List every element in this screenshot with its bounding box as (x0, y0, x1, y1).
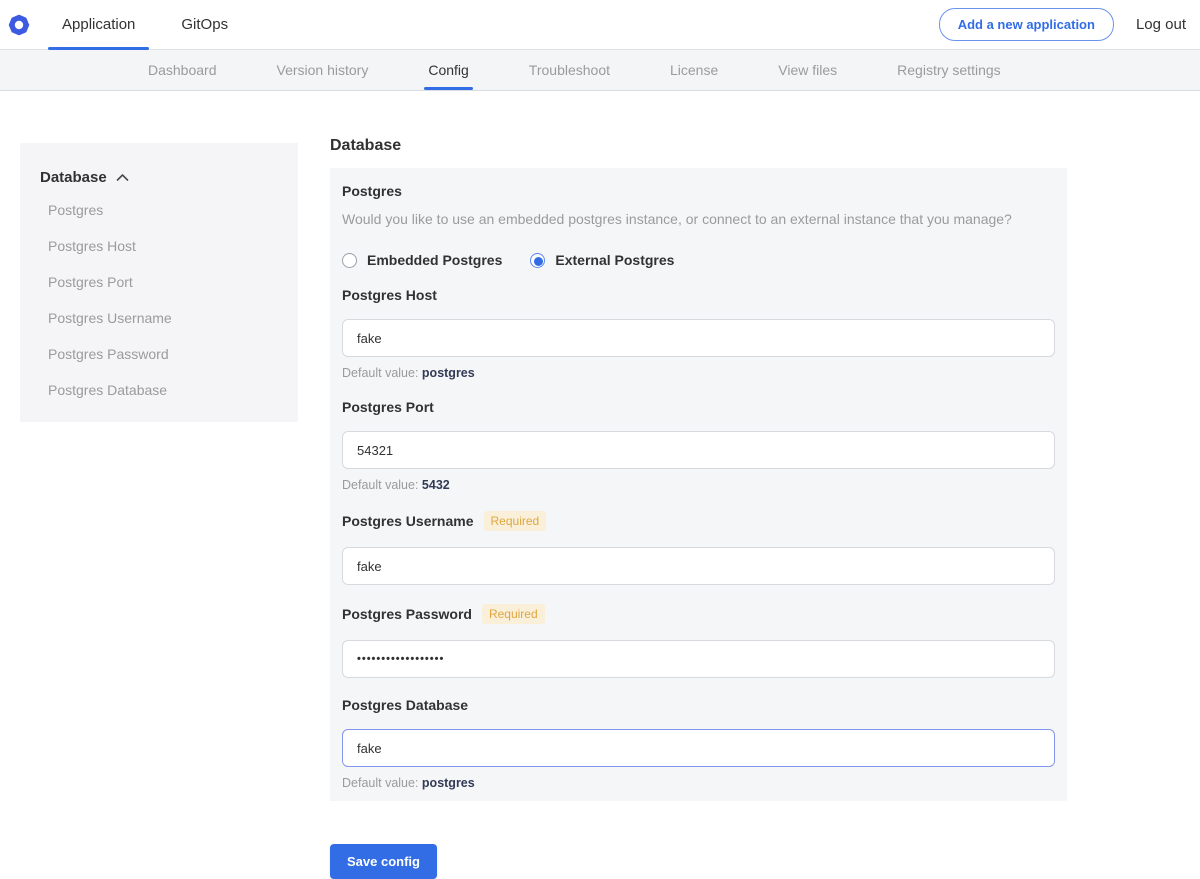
sidebar-group-label: Database (40, 169, 107, 186)
subnav-item-license[interactable]: License (670, 50, 718, 90)
config-sidebar: Database PostgresPostgres HostPostgres P… (20, 143, 298, 422)
radio-label: Embedded Postgres (367, 252, 502, 268)
page-title: Database (330, 137, 1067, 155)
radio-circle-icon (342, 253, 357, 268)
field-label: Postgres Host (342, 287, 437, 303)
default-value-hint: Default value: postgres (342, 366, 1055, 380)
subnav-item-view-files[interactable]: View files (778, 50, 837, 90)
default-hint-label: Default value: (342, 366, 418, 380)
sidebar-items: PostgresPostgres HostPostgres PortPostgr… (20, 192, 298, 408)
radio-circle-icon (530, 253, 545, 268)
field-label: Postgres Port (342, 399, 434, 415)
tab-application[interactable]: Application (48, 0, 149, 50)
postgres-group-help: Would you like to use an embedded postgr… (342, 211, 1055, 227)
postgres-port-input[interactable] (342, 431, 1055, 469)
postgres-username-input[interactable] (342, 547, 1055, 585)
config-main: Database Postgres Would you like to use … (330, 143, 1067, 879)
default-hint-value: postgres (422, 366, 475, 380)
radio-embedded-postgres[interactable]: Embedded Postgres (342, 252, 502, 268)
field-label: Postgres Password (342, 606, 472, 622)
radio-external-postgres[interactable]: External Postgres (530, 252, 674, 268)
default-value-hint: Default value: postgres (342, 776, 1055, 790)
sidebar-item-postgres-host[interactable]: Postgres Host (20, 228, 298, 264)
subnav: Dashboard Version history Config Troublesho… (0, 50, 1200, 91)
add-application-button[interactable]: Add a new application (939, 8, 1114, 41)
required-badge: Required (484, 511, 547, 531)
sidebar-group-database[interactable]: Database (20, 169, 298, 192)
field-label: Postgres Database (342, 697, 468, 713)
subnav-item-troubleshoot[interactable]: Troubleshoot (529, 50, 610, 90)
default-hint-label: Default value: (342, 478, 418, 492)
field-postgres-port: Postgres Port Default value: 5432 (342, 399, 1055, 492)
sidebar-item-postgres-database[interactable]: Postgres Database (20, 372, 298, 408)
chevron-up-icon (116, 173, 129, 182)
default-value-hint: Default value: 5432 (342, 478, 1055, 492)
sidebar-item-postgres-port[interactable]: Postgres Port (20, 264, 298, 300)
field-postgres-host: Postgres Host Default value: postgres (342, 287, 1055, 380)
postgres-host-input[interactable] (342, 319, 1055, 357)
config-panel: Postgres Would you like to use an embedd… (330, 168, 1067, 801)
subnav-item-config[interactable]: Config (428, 50, 468, 90)
subnav-item-version-history[interactable]: Version history (277, 50, 369, 90)
required-badge: Required (482, 604, 545, 624)
topbar: ApplicationGitOps Add a new application … (0, 0, 1200, 50)
field-postgres-username: Postgres Username Required (342, 511, 1055, 585)
app-logo-icon[interactable] (8, 14, 30, 36)
field-postgres-database: Postgres Database Default value: postgre… (342, 697, 1055, 790)
postgres-radio-group: Embedded Postgres External Postgres (342, 252, 1055, 268)
field-postgres-password: Postgres Password Required (342, 604, 1055, 678)
logout-button[interactable]: Log out (1136, 16, 1186, 33)
subnav-item-registry-settings[interactable]: Registry settings (897, 50, 1000, 90)
tab-gitops[interactable]: GitOps (167, 0, 242, 50)
sidebar-item-postgres-password[interactable]: Postgres Password (20, 336, 298, 372)
content-area: Database PostgresPostgres HostPostgres P… (0, 91, 1200, 879)
postgres-database-input[interactable] (342, 729, 1055, 767)
sidebar-item-postgres[interactable]: Postgres (20, 192, 298, 228)
postgres-password-input[interactable] (342, 640, 1055, 678)
radio-label: External Postgres (555, 252, 674, 268)
sidebar-item-postgres-username[interactable]: Postgres Username (20, 300, 298, 336)
postgres-group: Postgres Would you like to use an embedd… (342, 183, 1055, 268)
default-hint-label: Default value: (342, 776, 418, 790)
field-label: Postgres Username (342, 513, 474, 529)
subnav-item-dashboard[interactable]: Dashboard (148, 50, 217, 90)
default-hint-value: 5432 (422, 478, 450, 492)
default-hint-value: postgres (422, 776, 475, 790)
postgres-group-label: Postgres (342, 183, 1055, 199)
topbar-tabs: Application GitOps (48, 0, 242, 50)
